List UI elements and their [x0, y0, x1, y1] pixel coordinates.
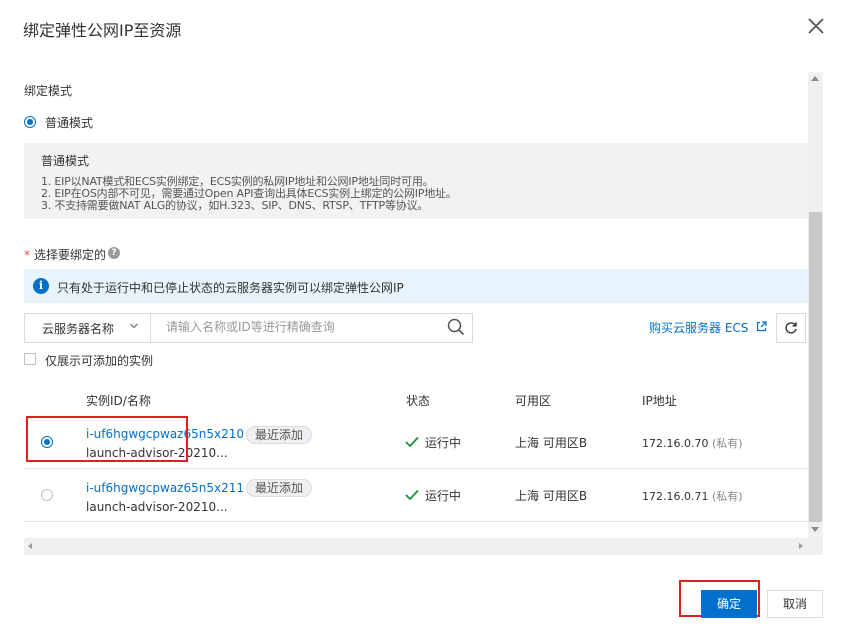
info-icon: i — [33, 278, 49, 294]
instance-name: launch-advisor-20210... — [86, 500, 228, 514]
question-circle-icon[interactable]: ? — [108, 247, 120, 259]
status-text: 运行中 — [425, 436, 462, 450]
ip-value: 172.16.0.70 — [642, 437, 709, 450]
close-icon[interactable] — [806, 16, 826, 36]
scroll-up-arrow-icon[interactable] — [811, 76, 819, 81]
recently-added-tag: 最近添加 — [246, 479, 313, 497]
search-divider — [150, 314, 151, 342]
description-title: 普通模式 — [41, 154, 90, 168]
chevron-down-icon[interactable] — [130, 322, 138, 330]
ip-address: 172.16.0.70 (私有) — [642, 435, 743, 451]
check-icon — [405, 436, 419, 448]
search-type-select[interactable]: 云服务器名称 — [42, 320, 114, 337]
refresh-icon[interactable] — [784, 321, 798, 335]
external-link-icon[interactable] — [756, 321, 767, 332]
row-divider — [24, 521, 808, 522]
scroll-down-arrow-icon[interactable] — [811, 527, 819, 532]
select-resource-text: 选择要绑定的 — [34, 248, 107, 262]
select-resource-label: * 选择要绑定的 — [24, 246, 106, 263]
bind-mode-option-label[interactable]: 普通模式 — [45, 114, 93, 131]
buy-ecs-link[interactable]: 购买云服务器 ECS — [649, 319, 748, 336]
scrollbar-thumb[interactable] — [809, 212, 822, 522]
column-header-instance: 实例ID/名称 — [86, 394, 151, 408]
only-addable-checkbox[interactable] — [24, 353, 36, 365]
recently-added-tag: 最近添加 — [246, 426, 313, 444]
ip-type-note: (私有) — [711, 437, 743, 450]
description-line: 3. 不支持需要做NAT ALG的协议，如H.323、SIP、DNS、RTSP、… — [41, 199, 429, 212]
bind-mode-radio[interactable] — [24, 116, 36, 128]
column-header-zone: 可用区 — [515, 394, 552, 408]
ok-button[interactable]: 确定 — [701, 590, 757, 618]
vertical-scrollbar[interactable] — [808, 72, 823, 538]
ip-type-note: (私有) — [711, 490, 743, 503]
search-icon[interactable] — [447, 318, 465, 336]
row-select-radio[interactable] — [41, 489, 53, 501]
check-icon — [405, 489, 419, 501]
cancel-button[interactable]: 取消 — [767, 590, 823, 618]
column-header-ip: IP地址 — [642, 394, 677, 408]
status-text: 运行中 — [425, 489, 462, 503]
scroll-right-arrow-icon[interactable] — [799, 543, 803, 549]
required-mark: * — [24, 248, 30, 262]
scroll-left-arrow-icon[interactable] — [28, 543, 32, 549]
highlight-box-row — [26, 416, 188, 462]
zone-text: 上海 可用区B — [515, 436, 588, 450]
only-addable-label[interactable]: 仅展示可添加的实例 — [45, 352, 153, 369]
dialog-title: 绑定弹性公网IP至资源 — [23, 21, 182, 40]
search-input[interactable] — [158, 315, 449, 339]
zone-text: 上海 可用区B — [515, 489, 588, 503]
ip-address: 172.16.0.71 (私有) — [642, 488, 743, 504]
info-text: 只有处于运行中和已停止状态的云服务器实例可以绑定弹性公网IP — [57, 281, 404, 295]
instance-id-link[interactable]: i-uf6hgwgcpwaz65n5x211 — [86, 481, 244, 495]
column-header-status: 状态 — [406, 394, 431, 408]
bind-mode-label: 绑定模式 — [24, 84, 73, 98]
horizontal-scrollbar[interactable] — [24, 538, 823, 555]
ip-value: 172.16.0.71 — [642, 490, 709, 503]
